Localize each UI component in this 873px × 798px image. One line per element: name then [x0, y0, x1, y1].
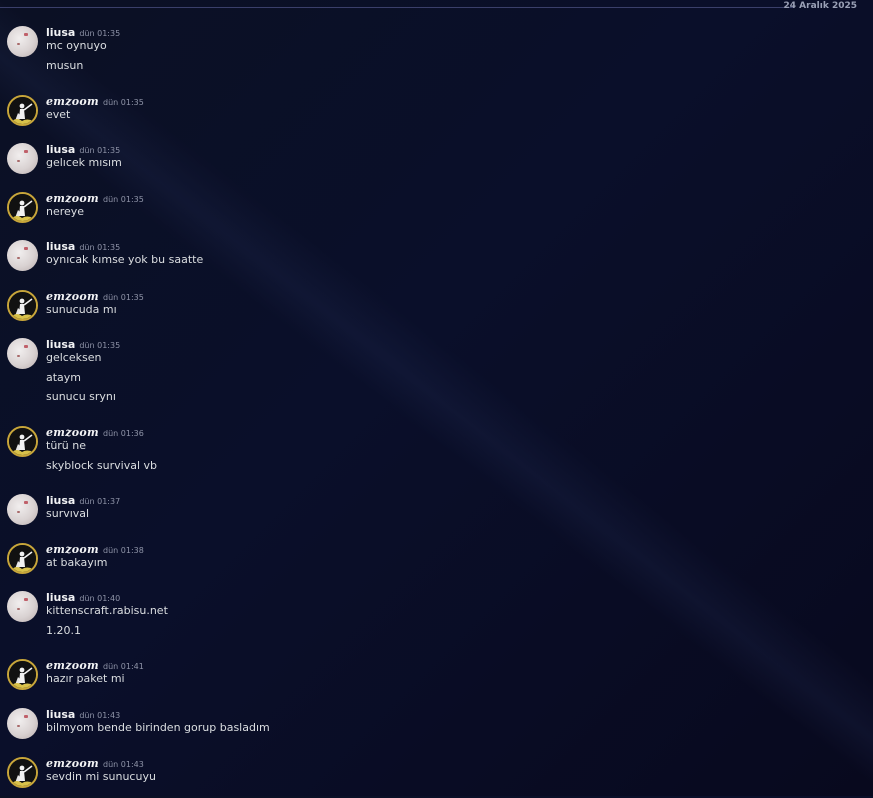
liusa-avatar-icon[interactable] [7, 26, 38, 57]
message-text: skyblock survival vb [46, 458, 157, 472]
message-group: liusa dün 01:35 mc oynuyo musun [0, 26, 873, 86]
message-group: emzoom dün 01:36 türü ne skyblock survival … [0, 426, 873, 486]
message-header: liusa dün 01:40 [46, 586, 120, 605]
message-header: emzoom dün 01:41 [46, 654, 144, 673]
message-group: liusa dün 01:43 bilmyom bende birinden gor… [0, 708, 873, 749]
message-text: hazır paket mi [46, 672, 125, 685]
username[interactable]: liusa [46, 591, 75, 604]
message-header: emzoom dün 01:36 [46, 421, 144, 440]
emzoom-avatar-icon[interactable] [7, 757, 38, 788]
timestamp: dün 01:43 [103, 760, 144, 769]
message-text: survıval [46, 507, 90, 520]
liusa-avatar-icon[interactable] [7, 338, 38, 369]
username[interactable]: emzoom [46, 95, 99, 108]
liusa-avatar-icon[interactable] [7, 591, 38, 622]
liusa-avatar-icon[interactable] [7, 494, 38, 525]
username[interactable]: emzoom [46, 757, 99, 770]
message-group: liusa dün 01:35 oynıcak kımse yok bu saatt… [0, 240, 873, 281]
username[interactable]: emzoom [46, 659, 99, 672]
message-text: kittenscraft.rabisu.net [46, 604, 168, 617]
message-text: musun [46, 58, 84, 72]
emzoom-avatar-icon[interactable] [7, 192, 38, 223]
message-group: emzoom dün 01:35 evet [0, 95, 873, 136]
timestamp: dün 01:41 [103, 662, 144, 671]
message-text: at bakayım [46, 556, 108, 569]
liusa-avatar-icon[interactable] [7, 708, 38, 739]
message-group: emzoom dün 01:43 sevdin mi sunucuyu [0, 757, 873, 798]
message-group: liusa dün 01:37 survıval [0, 494, 873, 535]
message-text: sevdin mi sunucuyu [46, 770, 156, 783]
username[interactable]: emzoom [46, 426, 99, 439]
emzoom-avatar-icon[interactable] [7, 290, 38, 321]
message-header: emzoom dün 01:43 [46, 752, 144, 771]
timestamp: dün 01:35 [103, 293, 144, 302]
message-group: liusa dün 01:35 gelceksen ataym sunucu srynı [0, 338, 873, 418]
message-header: emzoom dün 01:38 [46, 538, 144, 557]
message-text: türü ne [46, 439, 87, 452]
timestamp: dün 01:40 [79, 594, 121, 603]
message-header: liusa dün 01:35 [46, 235, 120, 254]
liusa-avatar-icon[interactable] [7, 240, 38, 271]
timestamp: dün 01:35 [79, 243, 121, 252]
message-group: liusa dün 01:40 kittenscraft.rabisu.net 1.2… [0, 591, 873, 651]
message-text: bilmyom bende birinden gorup basladım [46, 721, 270, 734]
emzoom-avatar-icon[interactable] [7, 659, 38, 690]
timestamp: dün 01:35 [79, 29, 121, 38]
timestamp: dün 01:35 [103, 195, 144, 204]
username[interactable]: liusa [46, 338, 75, 351]
timestamp: dün 01:38 [103, 546, 144, 555]
message-text: mc oynuyo [46, 39, 107, 52]
username[interactable]: liusa [46, 494, 75, 507]
timestamp: dün 01:35 [79, 146, 121, 155]
username[interactable]: emzoom [46, 290, 99, 303]
message-text: gelceksen [46, 351, 102, 364]
message-header: liusa dün 01:35 [46, 21, 120, 40]
timestamp: dün 01:36 [103, 429, 144, 438]
message-text: nereye [46, 205, 85, 218]
timestamp: dün 01:35 [79, 341, 121, 350]
message-header: liusa dün 01:37 [46, 489, 120, 508]
message-group: emzoom dün 01:35 sunucuda mı [0, 290, 873, 331]
message-header: emzoom dün 01:35 [46, 187, 144, 206]
message-text: gelıcek mısım [46, 156, 122, 169]
timestamp: dün 01:37 [79, 497, 121, 506]
timestamp: dün 01:35 [103, 98, 144, 107]
message-header: liusa dün 01:35 [46, 138, 120, 157]
username[interactable]: emzoom [46, 192, 99, 205]
message-header: liusa dün 01:35 [46, 333, 120, 352]
username[interactable]: liusa [46, 26, 75, 39]
emzoom-avatar-icon[interactable] [7, 543, 38, 574]
message-group: emzoom dün 01:41 hazır paket mi [0, 659, 873, 700]
emzoom-avatar-icon[interactable] [7, 426, 38, 457]
message-header: liusa dün 01:43 [46, 703, 120, 722]
timestamp: dün 01:43 [79, 711, 121, 720]
username[interactable]: liusa [46, 143, 75, 156]
message-text: ataym [46, 370, 82, 384]
message-header: emzoom dün 01:35 [46, 285, 144, 304]
emzoom-avatar-icon[interactable] [7, 95, 38, 126]
username[interactable]: emzoom [46, 543, 99, 556]
message-group: liusa dün 01:35 gelıcek mısım [0, 143, 873, 184]
message-group: emzoom dün 01:35 nereye [0, 192, 873, 233]
message-text: 1.20.1 [46, 623, 81, 637]
message-text: sunucuda mı [46, 303, 117, 316]
message-text: oynıcak kımse yok bu saatte [46, 253, 204, 266]
message-header: emzoom dün 01:35 [46, 90, 144, 109]
message-group: emzoom dün 01:38 at bakayım [0, 543, 873, 584]
liusa-avatar-icon[interactable] [7, 143, 38, 174]
username[interactable]: liusa [46, 240, 75, 253]
message-text: evet [46, 108, 71, 121]
username[interactable]: liusa [46, 708, 75, 721]
message-list: liusa dün 01:35 mc oynuyo musun emzoom dün 01… [0, 0, 873, 796]
message-text: sunucu srynı [46, 390, 116, 403]
